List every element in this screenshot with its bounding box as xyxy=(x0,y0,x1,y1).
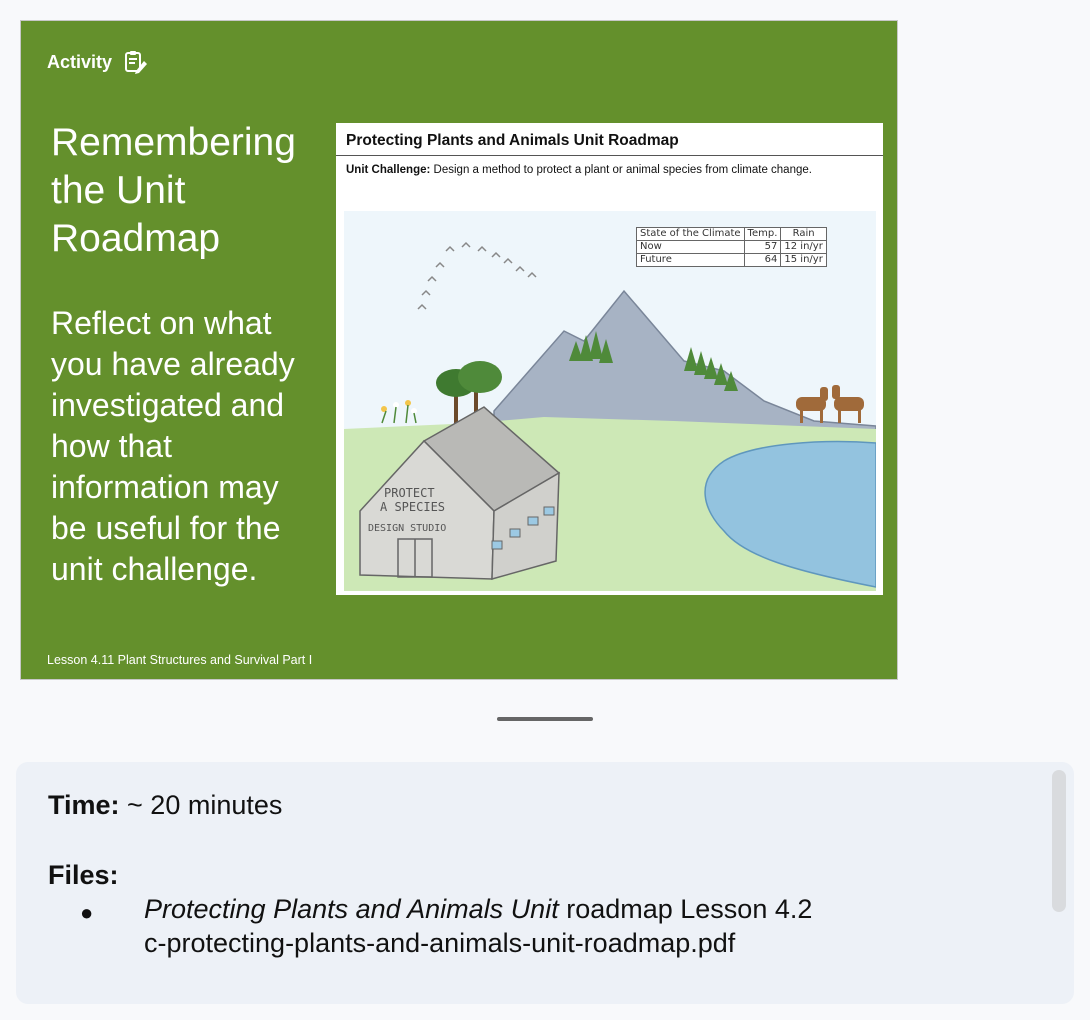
sign-line-2: A SPECIES xyxy=(380,500,445,514)
table-row: Future 64 15 in/yr xyxy=(636,253,827,267)
slide-body: Reflect on what you have already investi… xyxy=(51,305,295,587)
activity-icon xyxy=(125,51,148,74)
activity-header: Activity xyxy=(47,49,148,75)
activity-label: Activity xyxy=(47,51,113,72)
roadmap-image: Protecting Plants and Animals Unit Roadm… xyxy=(336,123,883,595)
file-title: Protecting Plants and Animals Unit roadm… xyxy=(144,894,812,925)
roadmap-illustration: PROTECT A SPECIES DESIGN STUDIO xyxy=(344,211,876,591)
roadmap-divider xyxy=(336,155,883,156)
file-name: c-protecting-plants-and-animals-unit-roa… xyxy=(144,928,736,958)
time-label: Time: xyxy=(48,790,120,820)
climate-table: State of the Climate Temp. Rain Now 57 1… xyxy=(636,227,827,267)
table-header: Rain xyxy=(780,227,827,241)
time-value: ~ 20 minutes xyxy=(119,790,283,820)
slide-footer: Lesson 4.11 Plant Structures and Surviva… xyxy=(47,653,313,667)
challenge-label: Unit Challenge: xyxy=(346,164,431,176)
file-title-rest: roadmap Lesson 4.2 xyxy=(558,894,813,924)
roadmap-challenge: Unit Challenge: Design a method to prote… xyxy=(346,164,812,176)
sign-line-1: PROTECT xyxy=(384,486,435,500)
table-cell: 57 xyxy=(743,240,782,254)
scrollbar[interactable] xyxy=(1052,770,1066,912)
table-header: State of the Climate xyxy=(636,227,745,241)
roadmap-title: Protecting Plants and Animals Unit Roadm… xyxy=(346,132,679,149)
file-title-italic: Protecting Plants and Animals Unit xyxy=(144,894,559,924)
files-label: Files: xyxy=(48,860,119,890)
resize-handle[interactable] xyxy=(497,717,593,721)
table-cell: 64 xyxy=(743,253,782,267)
challenge-text: Design a method to protect a plant or an… xyxy=(430,164,812,176)
sign-line-3: DESIGN STUDIO xyxy=(368,523,446,534)
bullet-icon: ● xyxy=(80,900,94,925)
table-cell: Now xyxy=(636,240,745,254)
slide-title: Remembering the Unit Roadmap xyxy=(51,121,296,260)
notes-panel: Time: ~ 20 minutes Files: ● Protecting P… xyxy=(16,762,1074,1004)
time-line: Time: ~ 20 minutes xyxy=(48,790,282,821)
table-cell: 12 in/yr xyxy=(780,240,827,254)
table-row: Now 57 12 in/yr xyxy=(636,240,827,254)
table-cell: 15 in/yr xyxy=(780,253,827,267)
table-cell: Future xyxy=(636,253,745,267)
table-header: Temp. xyxy=(743,227,782,241)
slide: Activity Remembering the Unit Roadmap Re… xyxy=(20,20,898,680)
